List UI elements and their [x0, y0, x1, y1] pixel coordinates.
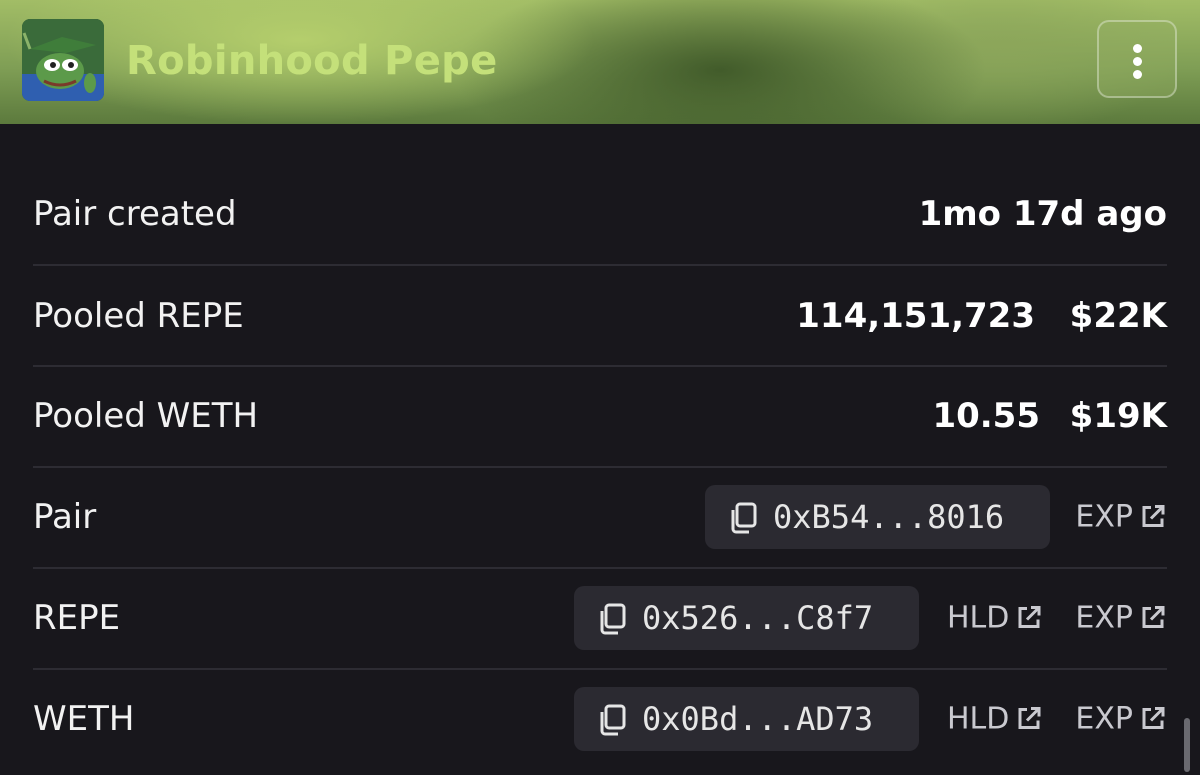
- pooled-repe-label: Pooled REPE: [33, 296, 244, 336]
- pair-created-row: Pair created 1mo 17d ago: [33, 164, 1167, 264]
- weth-address: 0x0Bd...AD73: [642, 700, 874, 738]
- token-avatar[interactable]: [22, 19, 104, 101]
- external-link-icon: [1018, 606, 1041, 628]
- external-link-icon: [1142, 606, 1165, 628]
- external-link-icon: [1142, 505, 1165, 527]
- hld-label: HLD: [947, 600, 1010, 636]
- weth-label: WETH: [33, 699, 135, 739]
- weth-token-row: WETH 0x0Bd...AD73 HLD EXP: [33, 669, 1167, 769]
- external-link-icon: [1142, 707, 1165, 729]
- pair-created-label: Pair created: [33, 194, 237, 234]
- pair-row: Pair 0xB54...8016 EXP: [33, 467, 1167, 567]
- pooled-repe-amount: 114,151,723: [796, 296, 1035, 336]
- external-link-icon: [1018, 707, 1041, 729]
- pooled-repe-usd: $22K: [1069, 296, 1167, 336]
- pooled-weth-amount: 10.55: [932, 396, 1040, 436]
- token-header: Robinhood Pepe: [0, 0, 1200, 124]
- repe-address: 0x526...C8f7: [642, 599, 874, 637]
- pair-label: Pair: [33, 497, 97, 537]
- kebab-dot: [1133, 57, 1142, 66]
- pooled-weth-usd: $19K: [1069, 396, 1167, 436]
- pepe-avatar-icon: [22, 19, 104, 101]
- repe-token-row: REPE 0x526...C8f7 HLD EXP: [33, 568, 1167, 668]
- pair-created-value: 1mo 17d ago: [918, 194, 1167, 234]
- weth-explorer-link[interactable]: EXP: [1075, 702, 1167, 737]
- pair-address-chip[interactable]: 0xB54...8016: [705, 485, 1050, 549]
- copy-icon: [600, 603, 626, 635]
- scrollbar[interactable]: [1184, 718, 1190, 772]
- exp-label: EXP: [1075, 600, 1133, 636]
- repe-address-chip[interactable]: 0x526...C8f7: [574, 586, 919, 650]
- pooled-weth-label: Pooled WETH: [33, 396, 259, 436]
- weth-holders-link[interactable]: HLD: [947, 702, 1043, 737]
- pair-address: 0xB54...8016: [773, 498, 1005, 536]
- pair-info-panel: Pair created 1mo 17d ago Pooled REPE 114…: [0, 124, 1200, 775]
- hld-label: HLD: [947, 701, 1010, 737]
- repe-explorer-link[interactable]: EXP: [1075, 601, 1167, 636]
- token-name: Robinhood Pepe: [126, 38, 498, 84]
- kebab-menu-icon: [1133, 44, 1142, 53]
- weth-address-chip[interactable]: 0x0Bd...AD73: [574, 687, 919, 751]
- exp-label: EXP: [1075, 499, 1133, 535]
- pooled-weth-row: Pooled WETH 10.55 $19K: [33, 366, 1167, 466]
- copy-icon: [731, 502, 757, 534]
- exp-label: EXP: [1075, 701, 1133, 737]
- repe-label: REPE: [33, 598, 121, 638]
- repe-holders-link[interactable]: HLD: [947, 601, 1043, 636]
- pooled-repe-row: Pooled REPE 114,151,723 $22K: [33, 266, 1167, 366]
- pair-explorer-link[interactable]: EXP: [1075, 500, 1167, 535]
- copy-icon: [600, 704, 626, 736]
- kebab-dot: [1133, 70, 1142, 79]
- kebab-menu-button[interactable]: [1097, 20, 1177, 98]
